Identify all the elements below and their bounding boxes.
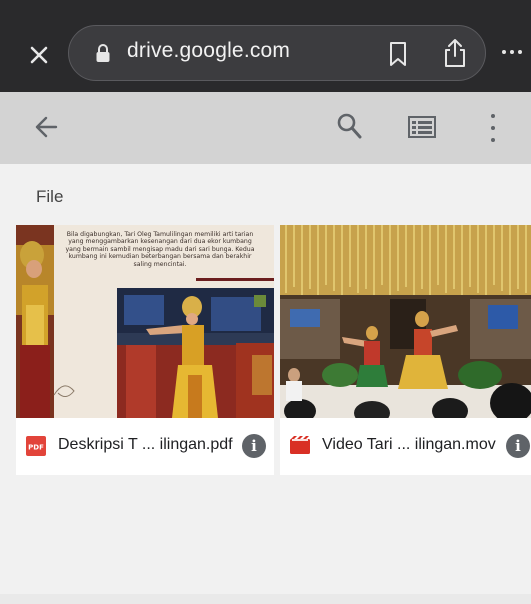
info-icon[interactable]: i: [506, 434, 530, 458]
arrow-left-icon[interactable]: [34, 114, 60, 140]
browser-toolbar: drive.google.com: [0, 0, 531, 92]
file-thumbnail[interactable]: Bila digabungkan, Tari Oleg Tamulilingan…: [16, 225, 274, 418]
file-name[interactable]: Deskripsi T ... ilingan.pdf: [58, 436, 233, 454]
more-horizontal-icon[interactable]: [502, 40, 531, 64]
drive-toolbar: [0, 92, 531, 164]
pdf-icon: PDF: [26, 436, 46, 456]
pdf-badge-text: PDF: [28, 444, 44, 452]
bottom-edge: [0, 594, 531, 604]
lock-icon: [96, 44, 110, 62]
list-view-icon[interactable]: [408, 116, 436, 138]
search-icon[interactable]: [336, 112, 362, 140]
file-footer: PDF Deskripsi T ... ilingan.pdf i: [16, 418, 274, 475]
thumbnail-caption: Bila digabungkan, Tari Oleg Tamulilingan…: [65, 231, 255, 268]
video-thumbnail-image: [280, 225, 531, 418]
file-name[interactable]: Video Tari ... ilingan.mov: [322, 436, 496, 454]
file-card-video[interactable]: Video Tari ... ilingan.mov i: [280, 225, 531, 475]
info-icon[interactable]: i: [242, 434, 266, 458]
file-thumbnail[interactable]: [280, 225, 531, 418]
bookmark-icon[interactable]: [387, 41, 409, 67]
share-icon[interactable]: [443, 38, 467, 68]
video-icon: [290, 436, 310, 454]
file-card-pdf[interactable]: Bila digabungkan, Tari Oleg Tamulilingan…: [16, 225, 274, 475]
file-footer: Video Tari ... ilingan.mov i: [280, 418, 531, 475]
close-icon: [30, 46, 48, 64]
section-label: File: [36, 187, 64, 206]
address-bar[interactable]: drive.google.com: [68, 25, 486, 81]
close-tab-button[interactable]: [22, 38, 56, 72]
url-text: drive.google.com: [127, 39, 291, 62]
more-vertical-icon[interactable]: [488, 114, 498, 142]
